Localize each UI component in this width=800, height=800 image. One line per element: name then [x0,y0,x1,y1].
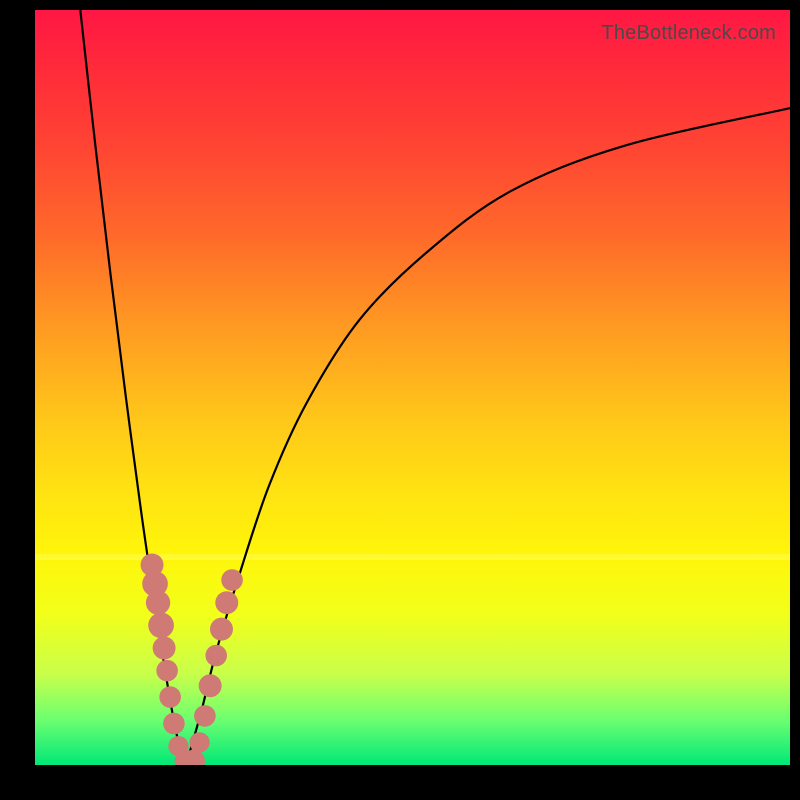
plot-area: TheBottleneck.com [35,10,790,765]
marker-point [189,732,209,752]
marker-point [163,713,185,735]
marker-cluster [141,553,243,765]
marker-point [221,569,243,591]
marker-point [153,637,176,660]
marker-point [199,674,222,697]
watermark-text: TheBottleneck.com [601,22,776,45]
marker-point [194,705,216,727]
marker-point [148,612,174,638]
marker-point [205,645,227,667]
marker-point [215,591,238,614]
marker-point [146,591,170,615]
marker-point [159,686,181,708]
marker-point [156,660,178,682]
right-branch-curve [186,108,790,765]
marker-point [210,618,233,641]
chart-frame: TheBottleneck.com [0,0,800,800]
curve-layer [35,10,790,765]
